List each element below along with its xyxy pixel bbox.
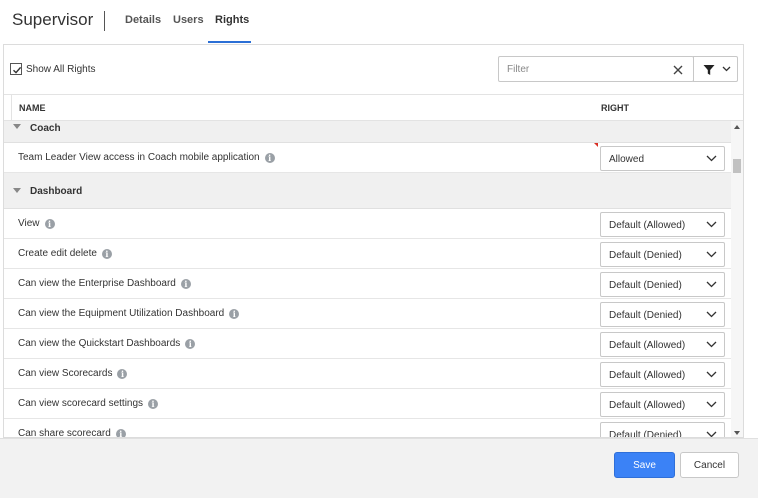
title-divider xyxy=(104,11,105,31)
checkmark-icon xyxy=(13,66,22,74)
dialog-footer: Save Cancel xyxy=(0,438,758,498)
group-header-coach[interactable]: Coach xyxy=(4,121,731,143)
right-name: View i xyxy=(18,218,55,229)
column-divider xyxy=(11,95,12,121)
collapse-triangle-icon xyxy=(13,188,21,193)
column-header-right[interactable]: RIGHT xyxy=(601,103,629,113)
right-name: Can view Scorecards i xyxy=(18,368,128,379)
filter-input[interactable]: Filter xyxy=(498,56,694,82)
right-select[interactable]: Default (Denied) xyxy=(600,302,725,327)
chevron-down-icon xyxy=(706,155,717,162)
page-header: Supervisor Details Users Rights xyxy=(0,0,758,44)
group-label-coach: Coach xyxy=(30,123,61,134)
right-select[interactable]: Default (Denied) xyxy=(600,242,725,267)
rights-panel: Show All Rights Filter NAME RIGHT Coach … xyxy=(3,44,744,438)
table-row: Can view the Quickstart Dashboards i Defa… xyxy=(4,329,731,359)
tab-users[interactable]: Users xyxy=(173,14,204,26)
table-row: Team Leader View access in Coach mobile … xyxy=(4,143,731,173)
page-title: Supervisor xyxy=(12,10,94,29)
chevron-down-icon xyxy=(706,401,717,408)
right-name: Can view the Quickstart Dashboards i xyxy=(18,338,196,349)
filter-options-button[interactable] xyxy=(693,56,738,82)
right-select[interactable]: Default (Allowed) xyxy=(600,392,725,417)
table-row: Create edit delete i Default (Denied) xyxy=(4,239,731,269)
table-row: Can share scorecard i Default (Denied) xyxy=(4,419,731,437)
filter-placeholder: Filter xyxy=(507,64,530,75)
group-header-dashboard[interactable]: Dashboard xyxy=(4,173,731,209)
changed-marker xyxy=(594,143,598,147)
info-icon[interactable]: i xyxy=(229,309,240,319)
right-name: Can view scorecard settings i xyxy=(18,398,159,409)
save-button[interactable]: Save xyxy=(614,452,675,478)
funnel-icon xyxy=(703,65,715,75)
right-name: Can share scorecard i xyxy=(18,428,126,437)
table-row: Can view scorecard settings i Default (Al… xyxy=(4,389,731,419)
right-select[interactable]: Allowed xyxy=(600,146,725,171)
right-select[interactable]: Default (Denied) xyxy=(600,422,725,437)
rights-toolbar: Show All Rights Filter xyxy=(4,45,743,94)
tab-rights[interactable]: Rights xyxy=(215,14,249,26)
scroll-up-arrow-icon[interactable] xyxy=(734,125,740,129)
right-select[interactable]: Default (Allowed) xyxy=(600,332,725,357)
right-name: Can view the Equipment Utilization Dashb… xyxy=(18,308,240,319)
cancel-button[interactable]: Cancel xyxy=(680,452,739,478)
active-tab-indicator xyxy=(208,41,251,43)
rights-table-body: Coach Team Leader View access in Coach m… xyxy=(4,121,731,437)
chevron-down-icon xyxy=(722,66,731,72)
right-name: Team Leader View access in Coach mobile … xyxy=(18,152,275,163)
collapse-triangle-icon xyxy=(13,124,21,129)
table-row: Can view the Enterprise Dashboard i Defau… xyxy=(4,269,731,299)
info-icon[interactable]: i xyxy=(101,249,112,259)
scrollbar-thumb[interactable] xyxy=(733,159,741,173)
info-icon[interactable]: i xyxy=(117,369,128,379)
chevron-down-icon xyxy=(706,221,717,228)
right-select[interactable]: Default (Allowed) xyxy=(600,362,725,387)
chevron-down-icon xyxy=(706,251,717,258)
right-select[interactable]: Default (Allowed) xyxy=(600,212,725,237)
column-header-name[interactable]: NAME xyxy=(19,103,46,113)
info-icon[interactable]: i xyxy=(264,153,275,163)
show-all-rights-label[interactable]: Show All Rights xyxy=(26,64,95,75)
scroll-down-arrow-icon[interactable] xyxy=(734,431,740,435)
info-icon[interactable]: i xyxy=(180,279,191,289)
info-icon[interactable]: i xyxy=(115,429,126,437)
show-all-rights-checkbox[interactable] xyxy=(10,63,22,75)
table-header: NAME RIGHT xyxy=(4,94,743,121)
chevron-down-icon xyxy=(706,341,717,348)
info-icon[interactable]: i xyxy=(148,399,159,409)
right-select[interactable]: Default (Denied) xyxy=(600,272,725,297)
chevron-down-icon xyxy=(706,281,717,288)
vertical-scrollbar[interactable] xyxy=(731,121,743,437)
tab-details[interactable]: Details xyxy=(125,14,161,26)
info-icon[interactable]: i xyxy=(185,339,196,349)
chevron-down-icon xyxy=(706,371,717,378)
table-row: Can view the Equipment Utilization Dashb… xyxy=(4,299,731,329)
table-row: Can view Scorecards i Default (Allowed) xyxy=(4,359,731,389)
close-icon[interactable] xyxy=(671,63,685,77)
right-name: Create edit delete i xyxy=(18,248,112,259)
group-label-dashboard: Dashboard xyxy=(30,186,83,197)
info-icon[interactable]: i xyxy=(44,219,55,229)
table-row: View i Default (Allowed) xyxy=(4,209,731,239)
chevron-down-icon xyxy=(706,431,717,437)
right-name: Can view the Enterprise Dashboard i xyxy=(18,278,191,289)
chevron-down-icon xyxy=(706,311,717,318)
